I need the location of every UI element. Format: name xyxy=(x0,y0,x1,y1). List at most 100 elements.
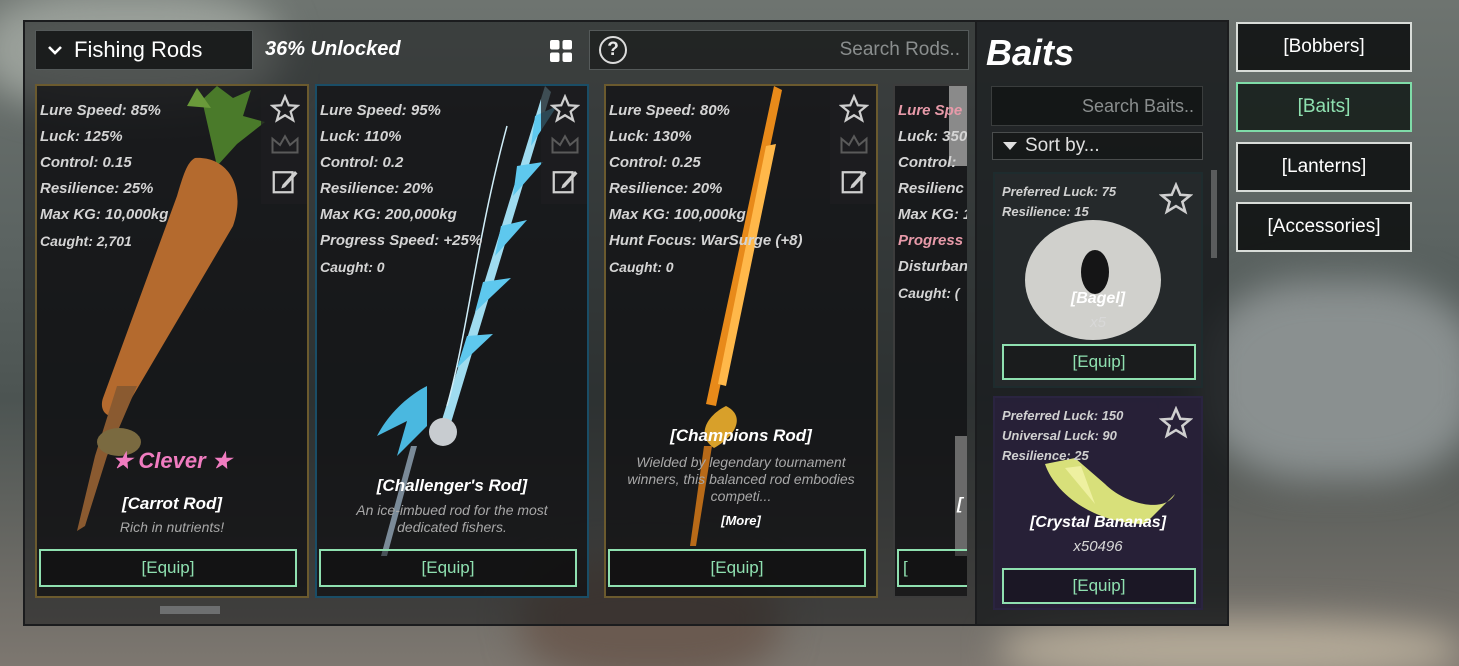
star-icon[interactable] xyxy=(1159,182,1193,216)
stat-max-kg: Max KG: 10,000kg xyxy=(40,206,169,223)
rod-name: [ xyxy=(957,494,963,513)
rod-name: [Challenger's Rod] xyxy=(376,476,528,495)
stat-luck: Luck: 130% xyxy=(609,128,692,145)
sort-dropdown[interactable]: Sort by... xyxy=(992,132,1203,160)
stat-progress-speed: Progress Speed: +25% xyxy=(320,232,483,249)
equip-button[interactable]: [Equip] xyxy=(1002,344,1196,380)
stat-caught: Caught: 2,701 xyxy=(40,233,132,249)
tab-accessories[interactable]: [Accessories] xyxy=(1236,202,1412,252)
dropdown-label: Fishing Rods xyxy=(74,37,203,62)
stat-luck: Luck: 125% xyxy=(40,128,123,145)
stat-lure-speed: Lure Spe xyxy=(898,102,963,119)
stat-resilience: Resilience: 20% xyxy=(320,180,434,197)
equip-button[interactable]: [ xyxy=(897,549,967,587)
stat-preferred-luck: Preferred Luck: 150 xyxy=(1002,408,1124,423)
equip-button[interactable]: [Equip] xyxy=(39,549,297,587)
tab-baits[interactable]: [Baits] xyxy=(1236,82,1412,132)
background-rock xyxy=(1200,280,1459,480)
stat-control: Control: 0.15 xyxy=(40,154,132,171)
equip-button[interactable]: [Equip] xyxy=(1002,568,1196,604)
stat-resilience: Resilience: 20% xyxy=(609,180,723,197)
bait-name: [Crystal Bananas] xyxy=(1029,514,1167,531)
rods-header: Fishing Rods 36% Unlocked Search Rods.. … xyxy=(33,30,969,72)
baits-panel: Baits Search Baits.. Sort by... Preferre… xyxy=(977,20,1229,626)
rods-category-dropdown[interactable]: Fishing Rods xyxy=(35,30,253,70)
rod-stats: Lure Spe Luck: 350 Control: Resilienc Ma… xyxy=(898,98,967,306)
rod-card-challenger[interactable]: Lure Speed: 95% Luck: 110% Control: 0.2 … xyxy=(315,84,589,598)
stat-disturbance: Disturban xyxy=(898,258,967,275)
rod-description: Rich in nutrients! xyxy=(119,519,225,535)
crown-icon[interactable] xyxy=(839,132,869,158)
star-icon[interactable] xyxy=(270,94,300,124)
stat-control: Control: 0.25 xyxy=(609,154,701,171)
background-sand xyxy=(1000,620,1459,666)
rod-card-champions[interactable]: Lure Speed: 80% Luck: 130% Control: 0.25… xyxy=(604,84,878,598)
stat-luck: Luck: 110% xyxy=(320,128,402,145)
baits-title: Baits xyxy=(986,32,1075,73)
more-link[interactable]: [More] xyxy=(606,513,876,528)
rod-name: [Carrot Rod] xyxy=(121,494,223,513)
stat-lure-speed: Lure Speed: 95% xyxy=(320,102,441,119)
rods-carousel[interactable]: Lure Speed: 85% Luck: 125% Control: 0.15… xyxy=(35,84,967,598)
equip-button[interactable]: [Equip] xyxy=(608,549,866,587)
search-baits-input[interactable]: Search Baits.. xyxy=(991,86,1203,126)
unlocked-percentage: 36% Unlocked xyxy=(265,38,401,60)
crown-icon[interactable] xyxy=(550,132,580,158)
rod-card-partial[interactable]: Lure Spe Luck: 350 Control: Resilienc Ma… xyxy=(893,84,967,598)
vertical-scrollbar[interactable] xyxy=(1211,170,1217,258)
rod-stats: Lure Speed: 95% Luck: 110% Control: 0.2 … xyxy=(320,98,482,280)
stat-universal-luck: Universal Luck: 90 xyxy=(1002,428,1117,443)
rod-description: An ice-imbued rod for the most dedicated… xyxy=(356,502,548,535)
bait-stats: Preferred Luck: 150 Universal Luck: 90 R… xyxy=(1002,406,1123,466)
rod-description: Wielded by legendary tournament winners,… xyxy=(627,454,855,504)
card-icon-column xyxy=(830,86,876,204)
crown-icon[interactable] xyxy=(270,132,300,158)
grid-icon[interactable] xyxy=(549,39,573,63)
stat-lure-speed: Lure Speed: 85% xyxy=(40,102,161,119)
stat-resilience: Resilience: 25% xyxy=(40,180,154,197)
stat-max-kg: Max KG: 100,000kg xyxy=(609,206,746,223)
rod-card-carrot[interactable]: Lure Speed: 85% Luck: 125% Control: 0.15… xyxy=(35,84,309,598)
stat-control: Control: xyxy=(898,154,957,171)
bait-quantity: x50496 xyxy=(1073,538,1123,555)
edit-icon[interactable] xyxy=(270,166,300,196)
bait-card-crystal-bananas[interactable]: Preferred Luck: 150 Universal Luck: 90 R… xyxy=(993,396,1203,610)
triangle-down-icon xyxy=(1003,142,1017,150)
star-icon[interactable] xyxy=(839,94,869,124)
star-icon[interactable] xyxy=(550,94,580,124)
sort-label: Sort by... xyxy=(1025,135,1100,156)
bait-name: [Bagel] xyxy=(1070,290,1126,307)
stat-max-kg: Max KG: 1 xyxy=(898,206,967,223)
stat-max-kg: Max KG: 200,000kg xyxy=(320,206,457,223)
rod-stats: Lure Speed: 85% Luck: 125% Control: 0.15… xyxy=(40,98,168,254)
stat-caught: Caught: 0 xyxy=(320,259,385,275)
tab-bobbers[interactable]: [Bobbers] xyxy=(1236,22,1412,72)
star-icon[interactable] xyxy=(1159,406,1193,440)
tab-lanterns[interactable]: [Lanterns] xyxy=(1236,142,1412,192)
bait-quantity: x5 xyxy=(1090,314,1106,331)
help-icon[interactable]: ? xyxy=(599,36,627,64)
equip-button[interactable]: [Equip] xyxy=(319,549,577,587)
stat-progress-speed: Progress xyxy=(898,232,964,249)
bait-card-bagel[interactable]: Preferred Luck: 75 Resilience: 15 [Bagel… xyxy=(993,172,1203,388)
bait-stats: Preferred Luck: 75 Resilience: 15 xyxy=(1002,182,1116,222)
edit-icon[interactable] xyxy=(839,166,869,196)
stat-resilience: Resilience: 15 xyxy=(1002,204,1089,219)
chevron-down-icon xyxy=(48,46,62,55)
edit-icon[interactable] xyxy=(550,166,580,196)
rod-stats: Lure Speed: 80% Luck: 130% Control: 0.25… xyxy=(609,98,803,280)
fishing-rods-panel: Fishing Rods 36% Unlocked Search Rods.. … xyxy=(23,20,977,626)
stat-resilience: Resilience: 25 xyxy=(1002,448,1089,463)
rod-name: [Champions Rod] xyxy=(670,426,812,445)
card-icon-column xyxy=(541,86,587,204)
search-rods-input[interactable]: Search Rods.. xyxy=(589,30,969,70)
card-icon-column xyxy=(261,86,307,204)
stat-lure-speed: Lure Speed: 80% xyxy=(609,102,730,119)
stat-resilience: Resilienc xyxy=(898,180,964,197)
stat-caught: Caught: 0 xyxy=(609,259,674,275)
stat-preferred-luck: Preferred Luck: 75 xyxy=(1002,184,1117,199)
horizontal-scrollbar[interactable] xyxy=(160,606,220,614)
stat-caught: Caught: ( xyxy=(898,285,960,301)
stat-control: Control: 0.2 xyxy=(320,154,404,171)
stat-luck: Luck: 350 xyxy=(898,128,967,145)
